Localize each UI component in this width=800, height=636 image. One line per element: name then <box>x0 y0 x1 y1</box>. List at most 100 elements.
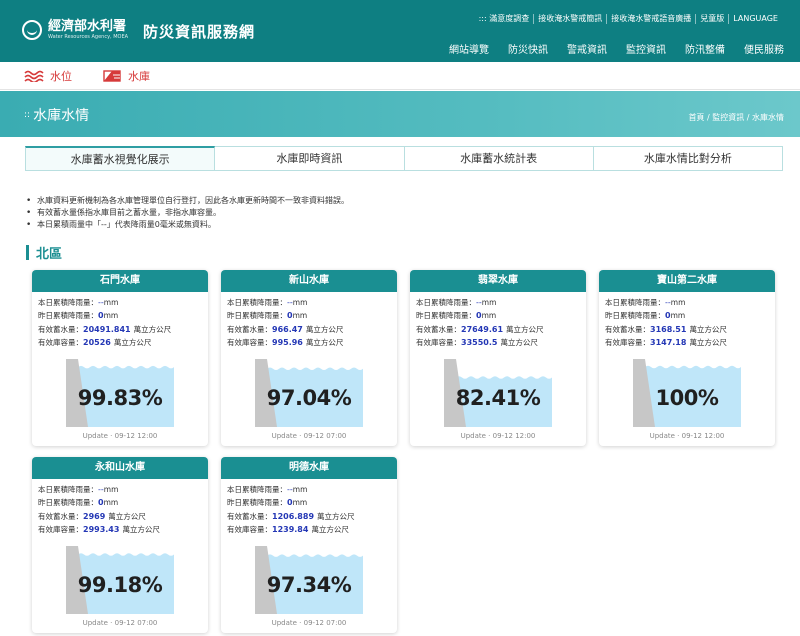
main-nav: 網站導覽 防災快訊 警戒資訊 監控資訊 防汛整備 便民服務 <box>430 41 784 56</box>
nav-item-alerts[interactable]: 警戒資訊 <box>567 41 607 56</box>
subnav-item-water-level[interactable]: 水位 <box>24 68 72 84</box>
stat-unit: 萬立方公尺 <box>108 511 146 521</box>
stat-label: 昨日累積降雨量： <box>38 498 98 508</box>
stat-label: 本日累積降雨量： <box>38 298 98 307</box>
util-link-language[interactable]: LANGUAGE <box>728 14 782 24</box>
storage-row: 有效蓄水量：1206.889 萬立方公尺 <box>227 510 397 523</box>
reservoir-name: 寶山第二水庫 <box>599 270 775 292</box>
tab-statistics[interactable]: 水庫蓄水統計表 <box>404 146 594 170</box>
storage-percentage: 99.83% <box>77 386 163 410</box>
storage-percentage: 99.18% <box>77 573 163 597</box>
stat-unit: mm <box>292 311 308 321</box>
page-title-text: 水庫水情 <box>33 108 90 124</box>
rain-today-row: 本日累積降雨量：--mm <box>605 296 775 309</box>
title-marker-icon: :: <box>24 110 31 120</box>
stat-label: 有效蓄水量： <box>416 324 461 334</box>
utility-links: ::: 滿意度調查 接收淹水警戒簡訊 接收淹水警戒語音廣播 兒童版 LANGUA… <box>475 14 782 24</box>
agency-logo[interactable]: 經濟部水利署 Water Resources Agency, MOEA <box>22 20 128 40</box>
stat-value: 20491.841 <box>83 324 131 334</box>
nav-item-monitoring[interactable]: 監控資訊 <box>626 41 666 56</box>
region-heading: 北區 <box>26 243 62 262</box>
storage-percentage: 100% <box>655 386 719 410</box>
update-time: Update · 09-12 12:00 <box>599 432 775 440</box>
stat-value: 2993.43 <box>83 525 120 535</box>
update-value: 09-12 07:00 <box>303 432 347 440</box>
reservoir-name: 明德水庫 <box>221 457 397 479</box>
reservoir-name: 石門水庫 <box>32 270 208 292</box>
reservoir-card[interactable]: 翡翠水庫 本日累積降雨量：--mm 昨日累積降雨量：0mm 有效蓄水量：27649.6… <box>410 270 586 446</box>
tab-visualization[interactable]: 水庫蓄水視覺化展示 <box>25 146 216 170</box>
nav-item-services[interactable]: 便民服務 <box>744 41 784 56</box>
capacity-row: 有效庫容量：995.96 萬立方公尺 <box>227 336 397 349</box>
util-link-voice[interactable]: 接收淹水警戒語音廣播 <box>606 14 695 24</box>
stat-unit: mm <box>103 498 119 508</box>
stat-label: 本日累積降雨量： <box>416 298 476 307</box>
stat-label: 有效蓄水量： <box>605 324 650 334</box>
nav-item-sitemap[interactable]: 網站導覽 <box>449 41 489 56</box>
stat-unit: mm <box>292 298 308 307</box>
page-banner: :: 水庫水情 首頁 / 監控資訊 / 水庫水情 <box>0 91 800 137</box>
nav-item-preparedness[interactable]: 防汛整備 <box>685 41 725 56</box>
storage-percentage: 97.04% <box>266 386 352 410</box>
stat-unit: mm <box>670 298 686 307</box>
update-label: Update · <box>649 432 682 440</box>
stat-unit: mm <box>103 311 119 321</box>
capacity-row: 有效庫容量：33550.5 萬立方公尺 <box>416 336 586 349</box>
update-value: 09-12 12:00 <box>492 432 536 440</box>
stat-value: 966.47 <box>272 324 303 334</box>
logo-english-name: Water Resources Agency, MOEA <box>48 34 129 40</box>
stat-label: 昨日累積降雨量： <box>227 498 287 508</box>
stat-label: 有效蓄水量： <box>227 324 272 334</box>
capacity-row: 有效庫容量：1239.84 萬立方公尺 <box>227 523 397 536</box>
stat-label: 有效庫容量： <box>605 338 650 348</box>
reservoir-card[interactable]: 新山水庫 本日累積降雨量：--mm 昨日累積降雨量：0mm 有效蓄水量：966.47 萬… <box>221 270 397 446</box>
reservoir-stats: 本日累積降雨量：--mm 昨日累積降雨量：0mm 有效蓄水量：20491.841 萬立… <box>32 292 208 350</box>
rain-yesterday-row: 昨日累積降雨量：0mm <box>227 496 397 509</box>
stat-unit: mm <box>670 311 686 321</box>
util-link-kids[interactable]: 兒童版 <box>695 14 728 24</box>
stat-value: 2969 <box>83 511 106 521</box>
nav-item-news[interactable]: 防災快訊 <box>508 41 548 56</box>
storage-percentage: 82.41% <box>455 386 541 410</box>
region-title: 北區 <box>36 247 63 262</box>
rain-yesterday-row: 昨日累積降雨量：0mm <box>38 496 208 509</box>
stat-unit: mm <box>481 298 497 307</box>
site-title[interactable]: 防災資訊服務網 <box>143 21 255 42</box>
util-link-sms[interactable]: 接收淹水警戒簡訊 <box>533 14 606 24</box>
reservoir-name: 永和山水庫 <box>32 457 208 479</box>
util-link-survey[interactable]: ::: 滿意度調查 <box>475 14 534 24</box>
capacity-row: 有效庫容量：2993.43 萬立方公尺 <box>38 523 208 536</box>
stat-label: 本日累積降雨量： <box>38 485 98 494</box>
update-value: 09-12 07:00 <box>303 619 347 627</box>
stat-label: 有效庫容量： <box>416 338 461 348</box>
note-item: 本日累積雨量中「--」代表降雨量0毫米或無資料。 <box>26 219 349 231</box>
tab-realtime[interactable]: 水庫即時資訊 <box>215 146 405 170</box>
tab-comparison[interactable]: 水庫水情比對分析 <box>593 146 783 170</box>
stat-unit: mm <box>103 485 119 494</box>
agency-emblem-icon <box>22 20 42 40</box>
reservoir-stats: 本日累積降雨量：--mm 昨日累積降雨量：0mm 有效蓄水量：2969 萬立方公尺 有效… <box>32 479 208 537</box>
stat-unit: 萬立方公尺 <box>122 525 160 535</box>
reservoir-stats: 本日累積降雨量：--mm 昨日累積降雨量：0mm 有效蓄水量：27649.61 萬立方… <box>410 292 586 350</box>
rain-today-row: 本日累積降雨量：--mm <box>38 296 208 309</box>
update-label: Update · <box>271 432 304 440</box>
reservoir-card[interactable]: 石門水庫 本日累積降雨量：--mm 昨日累積降雨量：0mm 有效蓄水量：20491.8… <box>32 270 208 446</box>
stat-label: 有效庫容量： <box>38 525 83 535</box>
storage-row: 有效蓄水量：3168.51 萬立方公尺 <box>605 323 775 336</box>
notes-list: 水庫資料更新機制為各水庫管理單位自行登打，因此各水庫更新時間不一致非資料錯誤。 … <box>26 195 349 231</box>
reservoir-card[interactable]: 寶山第二水庫 本日累積降雨量：--mm 昨日累積降雨量：0mm 有效蓄水量：3168.… <box>599 270 775 446</box>
subnav-item-reservoir[interactable]: 水庫 <box>102 68 150 84</box>
reservoir-card[interactable]: 明德水庫 本日累積降雨量：--mm 昨日累積降雨量：0mm 有效蓄水量：1206.88… <box>221 457 397 633</box>
stat-value: 33550.5 <box>461 338 498 348</box>
update-label: Update · <box>271 619 304 627</box>
stat-value: 995.96 <box>272 338 303 348</box>
capacity-row: 有效庫容量：3147.18 萬立方公尺 <box>605 336 775 349</box>
rain-yesterday-row: 昨日累積降雨量：0mm <box>227 309 397 322</box>
stat-label: 昨日累積降雨量： <box>227 311 287 321</box>
site-header: 經濟部水利署 Water Resources Agency, MOEA 防災資訊… <box>0 0 800 62</box>
reservoir-card[interactable]: 永和山水庫 本日累積降雨量：--mm 昨日累積降雨量：0mm 有效蓄水量：2969 萬立… <box>32 457 208 633</box>
breadcrumb[interactable]: 首頁 / 監控資訊 / 水庫水情 <box>688 112 784 123</box>
update-label: Update · <box>82 619 115 627</box>
update-time: Update · 09-12 07:00 <box>32 619 208 627</box>
stat-unit: 萬立方公尺 <box>133 324 172 334</box>
